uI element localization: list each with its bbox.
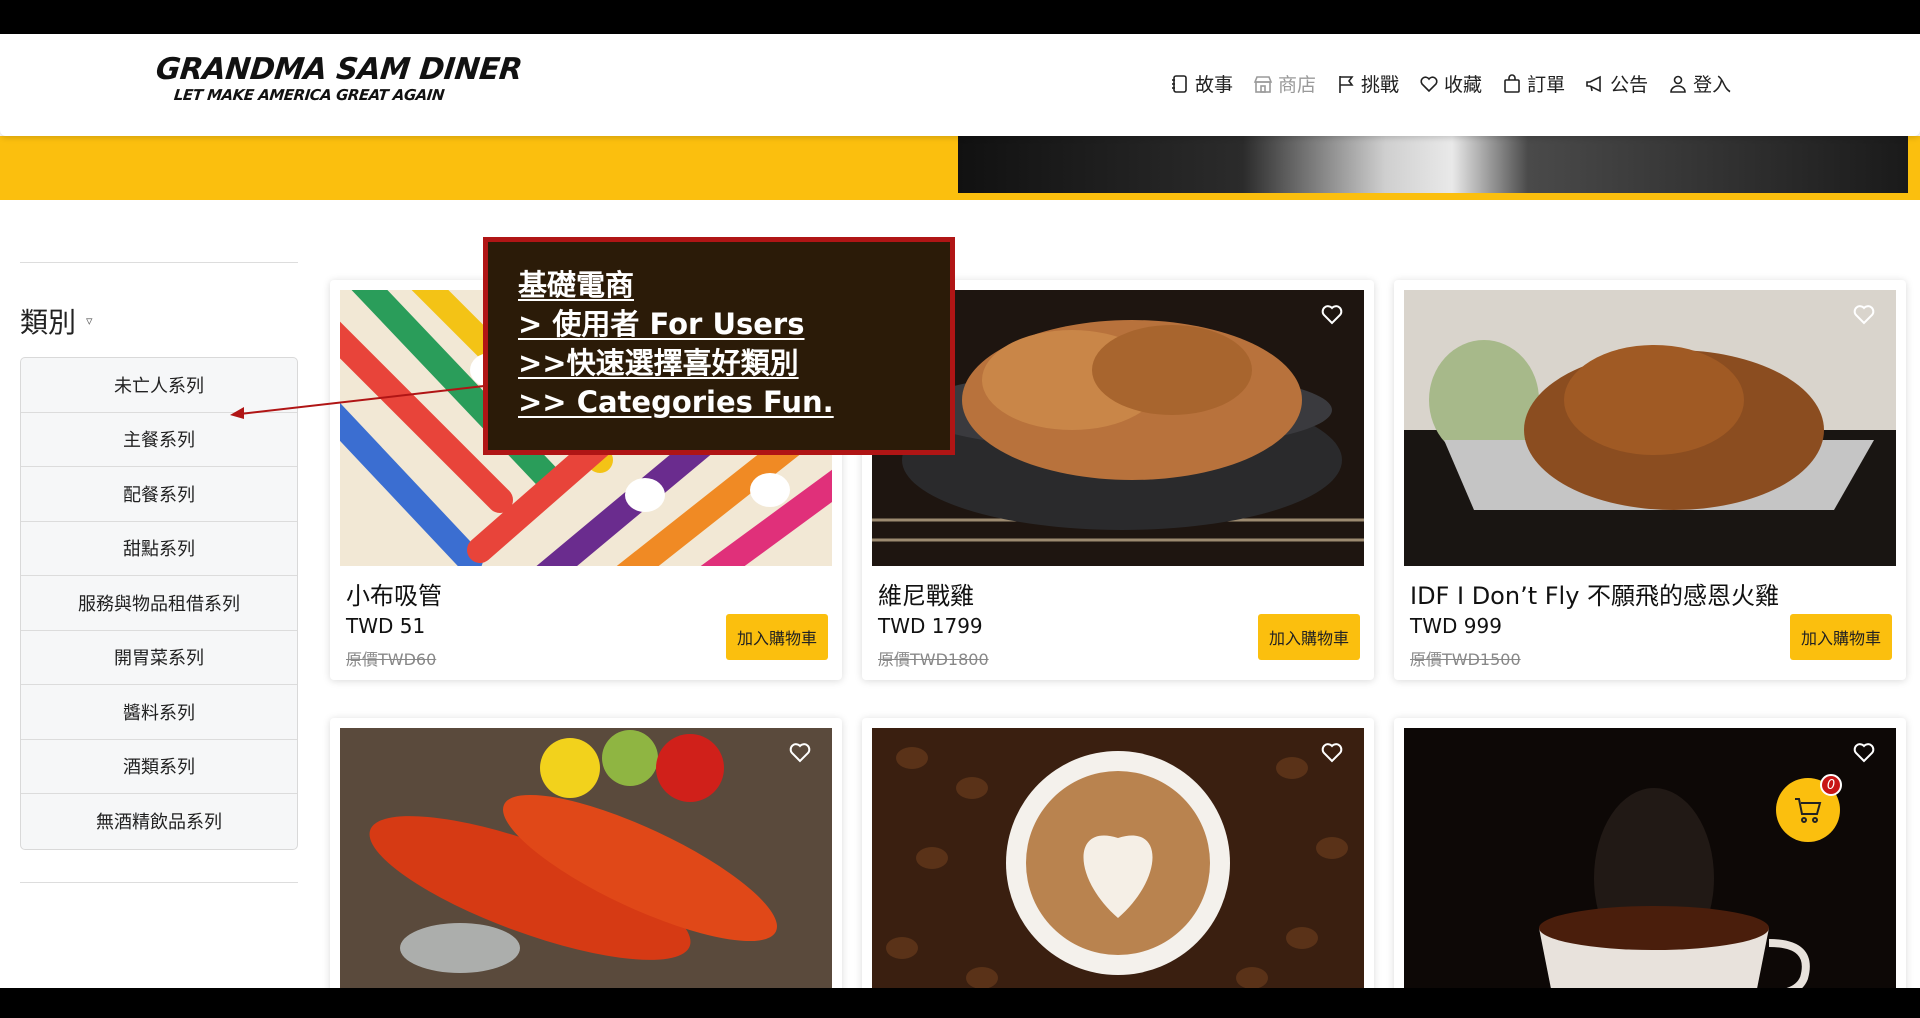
nav-challenge[interactable]: 挑戰 [1336, 70, 1399, 97]
category-heading[interactable]: 類別 ▿ [20, 301, 298, 341]
category-sidebar: 類別 ▿ 未亡人系列 主餐系列 配餐系列 甜點系列 服務與物品租借系列 開胃菜系… [20, 262, 298, 883]
nav-store-label: 商店 [1278, 74, 1317, 96]
top-header: GRANDMA SAM DINER LET MAKE AMERICA GREAT… [0, 34, 1920, 136]
tutorial-arrow-icon [230, 385, 485, 419]
hero-photo [958, 136, 1908, 196]
favorite-heart-icon[interactable] [1852, 740, 1876, 764]
tutorial-line: > 使用者 For Users [518, 307, 805, 341]
category-title: 類別 [20, 306, 77, 339]
tutorial-callout: 基礎電商 > 使用者 For Users >>快速選擇喜好類別 >> Categ… [483, 237, 955, 455]
favorite-heart-icon[interactable] [1320, 302, 1344, 326]
nav-favorites[interactable]: 收藏 [1419, 70, 1482, 97]
product-original-price: 原價TWD1800 [878, 650, 989, 669]
favorite-heart-icon[interactable] [1852, 302, 1876, 326]
category-item[interactable]: 無酒精飲品系列 [21, 794, 297, 849]
category-item[interactable]: 配餐系列 [21, 467, 297, 522]
logo-title: GRANDMA SAM DINER [154, 52, 524, 87]
add-to-cart-button[interactable]: 加入購物車 [1789, 614, 1892, 660]
product-card[interactable] [862, 718, 1374, 988]
product-image[interactable] [1404, 290, 1896, 566]
product-image[interactable] [872, 728, 1364, 988]
bag-icon [1504, 73, 1520, 93]
product-price: TWD 51 [346, 614, 426, 638]
flag-icon [1339, 75, 1354, 93]
store-icon [1253, 75, 1273, 93]
product-original-price: 原價TWD60 [346, 650, 437, 669]
heart-icon [1420, 75, 1438, 92]
nav-challenge-label: 挑戰 [1361, 74, 1400, 96]
nav-announcements[interactable]: 公告 [1585, 70, 1648, 97]
hero-banner [0, 136, 1920, 200]
tutorial-line: 基礎電商 [518, 268, 635, 302]
nav-favorites-label: 收藏 [1444, 74, 1483, 96]
tutorial-line: >> Categories Fun. [518, 385, 834, 419]
product-card[interactable] [1394, 718, 1906, 988]
triangle-down-icon: ▿ [86, 313, 93, 329]
favorite-heart-icon[interactable] [1320, 740, 1344, 764]
site-logo[interactable]: GRANDMA SAM DINER LET MAKE AMERICA GREAT… [154, 52, 524, 104]
cart-icon [1795, 798, 1822, 823]
product-name[interactable]: IDF I Don’t Fly 不願飛的感恩火雞 [1410, 576, 1779, 611]
tutorial-line: >>快速選擇喜好類別 [518, 346, 799, 380]
add-to-cart-button[interactable]: 加入購物車 [725, 614, 828, 660]
nav-store[interactable]: 商店 [1253, 70, 1316, 97]
cart-count-badge: 0 [1820, 774, 1842, 796]
product-price: TWD 999 [1410, 614, 1502, 638]
user-icon [1670, 75, 1686, 93]
favorite-heart-icon[interactable] [788, 740, 812, 764]
category-item[interactable]: 醬料系列 [21, 685, 297, 740]
main-nav: 故事 商店 挑戰 收藏 訂單 公告 登入 [1170, 70, 1731, 97]
product-image[interactable] [1404, 728, 1896, 988]
category-item[interactable]: 甜點系列 [21, 522, 297, 576]
logo-subtitle: LET MAKE AMERICA GREAT AGAIN [173, 86, 445, 104]
product-card[interactable] [330, 718, 842, 988]
nav-login-label: 登入 [1693, 74, 1732, 96]
product-card[interactable]: IDF I Don’t Fly 不願飛的感恩火雞 TWD 999 原價TWD15… [1394, 280, 1906, 680]
product-image[interactable] [340, 728, 832, 988]
product-price: TWD 1799 [878, 614, 983, 638]
product-name[interactable]: 小布吸管 [346, 576, 442, 611]
nav-login[interactable]: 登入 [1668, 70, 1731, 97]
divider [20, 881, 298, 883]
nav-announcements-label: 公告 [1610, 74, 1649, 96]
megaphone-icon [1586, 75, 1601, 92]
floating-cart-button[interactable]: 0 [1776, 774, 1842, 842]
nav-orders-label: 訂單 [1527, 74, 1566, 96]
category-item[interactable]: 開胃菜系列 [21, 631, 297, 685]
category-item[interactable]: 服務與物品租借系列 [21, 576, 297, 631]
add-to-cart-button[interactable]: 加入購物車 [1257, 614, 1360, 660]
nav-orders[interactable]: 訂單 [1502, 70, 1565, 97]
product-original-price: 原價TWD1500 [1410, 650, 1521, 669]
category-list: 未亡人系列 主餐系列 配餐系列 甜點系列 服務與物品租借系列 開胃菜系列 醬料系… [20, 357, 298, 850]
product-name[interactable]: 維尼戰雞 [878, 576, 974, 611]
divider [20, 262, 298, 263]
category-item[interactable]: 酒類系列 [21, 740, 297, 794]
app-frame: GRANDMA SAM DINER LET MAKE AMERICA GREAT… [0, 34, 1920, 988]
nav-story-label: 故事 [1195, 74, 1234, 96]
notebook-icon [1172, 74, 1187, 93]
nav-story[interactable]: 故事 [1170, 70, 1233, 97]
